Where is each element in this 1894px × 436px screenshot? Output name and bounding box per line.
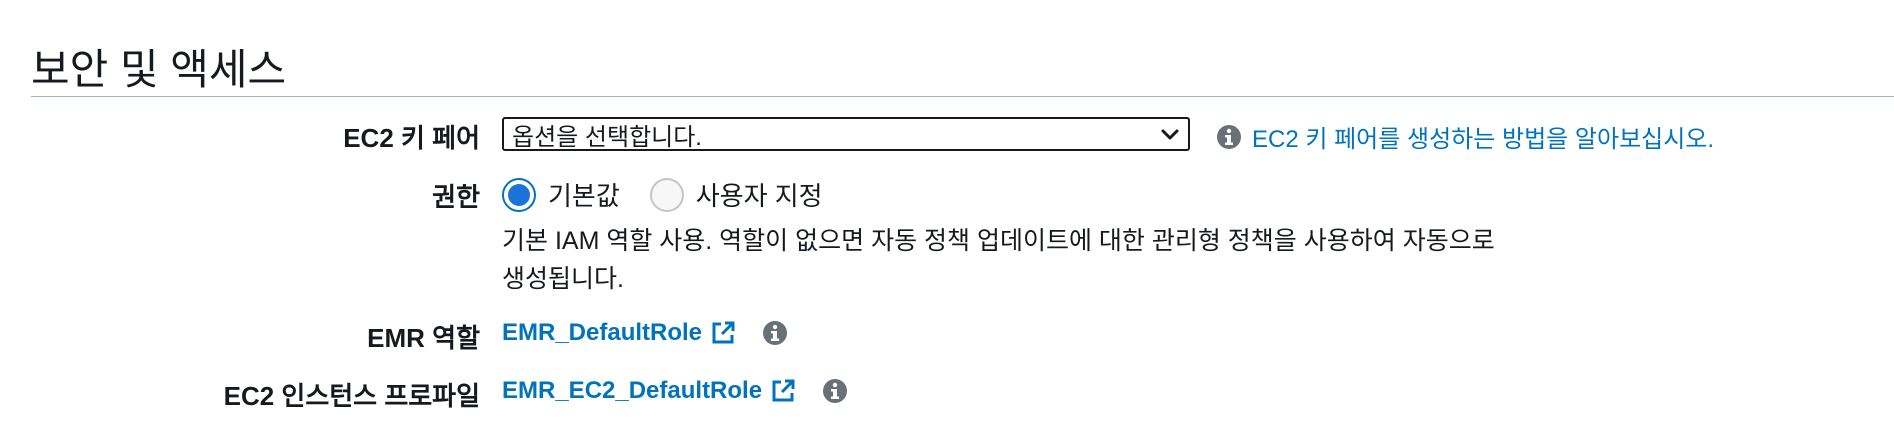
ec2-key-pair-select-value: 옵션을 선택합니다. — [512, 123, 702, 151]
emr-role-link[interactable]: EMR_DefaultRole — [502, 319, 702, 347]
ec2-key-pair-help[interactable]: EC2 키 페어를 생성하는 방법을 알아보십시오. — [1216, 119, 1714, 154]
ec2-key-pair-select[interactable]: 옵션을 선택합니다. — [502, 117, 1190, 151]
section-divider — [31, 96, 1894, 97]
ec2-instance-profile-label: EC2 인스턴스 프로파일 — [223, 381, 480, 411]
permissions-default-label[interactable]: 기본값 — [548, 176, 620, 213]
external-link-icon[interactable] — [770, 378, 796, 404]
emr-role-label: EMR 역할 — [367, 323, 480, 353]
ec2-key-pair-help-link[interactable]: EC2 키 페어를 생성하는 방법을 알아보십시오. — [1252, 119, 1714, 154]
ec2-instance-profile-link[interactable]: EMR_EC2_DefaultRole — [502, 377, 762, 405]
emr-role-row: EMR_DefaultRole — [502, 319, 788, 347]
info-icon — [1217, 124, 1241, 149]
ec2-key-pair-label: EC2 키 페어 — [343, 123, 480, 153]
permissions-default-radio[interactable] — [502, 177, 536, 212]
permissions-custom-radio[interactable] — [649, 177, 684, 212]
permissions-radio-group: 기본값 사용자 지정 — [502, 176, 853, 213]
info-icon[interactable] — [822, 378, 848, 404]
permissions-description: 기본 IAM 역할 사용. 역할이 없으면 자동 정책 업데이트에 대한 관리형… — [502, 227, 1495, 293]
section-title: 보안 및 액세스 — [31, 46, 287, 93]
external-link-icon[interactable] — [710, 320, 736, 346]
permissions-label: 권한 — [432, 182, 480, 212]
chevron-down-icon — [1161, 129, 1179, 140]
info-icon[interactable] — [762, 320, 788, 346]
permissions-custom-label[interactable]: 사용자 지정 — [696, 176, 823, 213]
ec2-instance-profile-row: EMR_EC2_DefaultRole — [502, 377, 848, 405]
